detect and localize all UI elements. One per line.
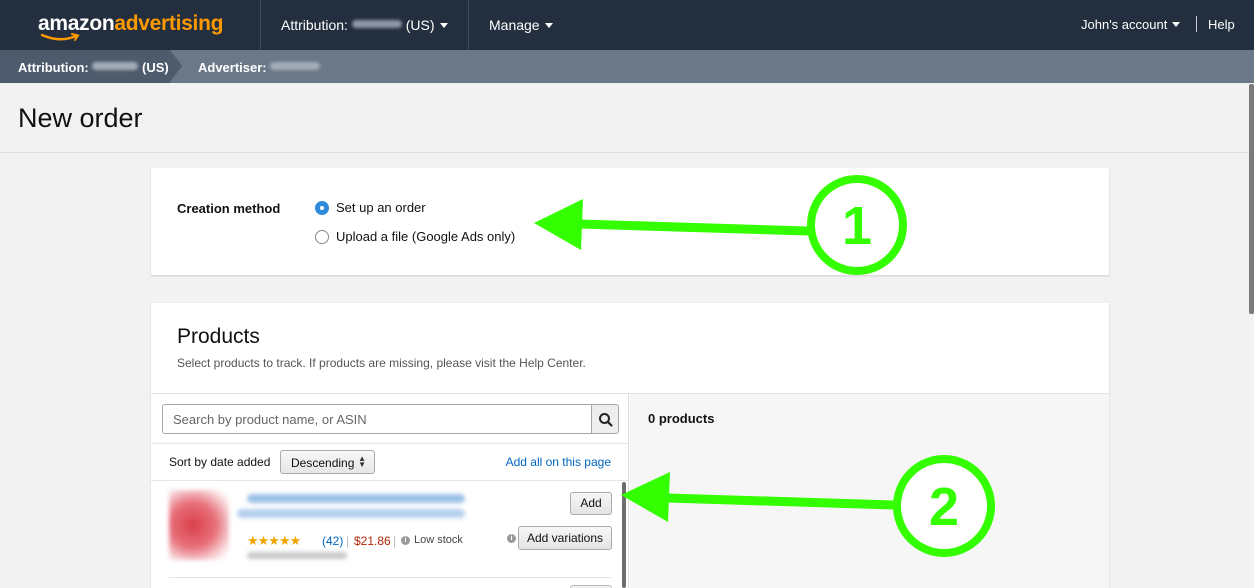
redacted-product-title[interactable] xyxy=(237,509,465,518)
attribution-menu[interactable]: Attribution: (US) xyxy=(281,17,448,33)
products-title: Products xyxy=(177,325,260,348)
stock-status: Low stock xyxy=(414,534,463,546)
manage-menu-label: Manage xyxy=(489,17,540,33)
search-input[interactable] xyxy=(162,404,592,434)
selected-products-count: 0 products xyxy=(648,411,715,426)
creation-method-card: Creation method Set up an order Upload a… xyxy=(151,168,1109,275)
caret-down-icon xyxy=(544,23,553,28)
breadcrumb: Attribution: (US) Advertiser: xyxy=(0,50,1254,83)
product-search-pane: Sort by date added Descending ▲▼ Add all… xyxy=(151,394,629,588)
nav-divider xyxy=(260,0,261,50)
breadcrumb-advertiser-label: Advertiser: xyxy=(198,60,267,75)
search-button[interactable] xyxy=(592,404,619,434)
separator: | xyxy=(346,534,350,548)
sort-bar: Sort by date added Descending ▲ ▼ Add all… xyxy=(151,443,628,481)
manage-menu[interactable]: Manage xyxy=(489,17,553,33)
selected-products-pane: 0 products xyxy=(630,394,1109,588)
divider xyxy=(169,577,611,578)
radio-setup-order-label: Set up an order xyxy=(336,200,426,215)
scrollbar-thumb[interactable] xyxy=(622,482,626,588)
attribution-menu-region: (US) xyxy=(405,17,435,33)
breadcrumb-attribution[interactable]: Attribution: (US) xyxy=(0,50,170,83)
sort-label: Sort by date added xyxy=(169,455,271,469)
star-rating: ★★★★★ xyxy=(247,533,301,548)
product-list-scrollbar[interactable] xyxy=(621,482,627,588)
creation-method-label: Creation method xyxy=(177,201,281,216)
page-title: New order xyxy=(18,103,143,133)
account-menu-label: John's account xyxy=(1081,17,1168,32)
rating-count-link[interactable]: (42) xyxy=(322,534,343,548)
products-subtitle: Select products to track. If products ar… xyxy=(177,356,586,370)
nav-divider xyxy=(468,0,469,50)
breadcrumb-attribution-region: (US) xyxy=(142,60,169,75)
logo-advertising-text: advertising xyxy=(114,12,224,35)
breadcrumb-attribution-label: Attribution: xyxy=(18,60,89,75)
breadcrumb-separator xyxy=(170,50,182,82)
page-scrollbar[interactable] xyxy=(1249,84,1254,314)
caret-down-icon xyxy=(439,23,448,28)
account-menu[interactable]: John's account xyxy=(1081,17,1181,32)
amazon-smile-icon xyxy=(40,33,80,41)
add-button[interactable]: Add xyxy=(570,492,612,515)
product-search xyxy=(162,404,619,434)
caret-down-icon xyxy=(1172,22,1181,27)
page-header: New order xyxy=(0,83,1254,153)
radio-unselected-icon xyxy=(315,229,329,244)
add-variations-button[interactable]: Add variations xyxy=(518,526,612,550)
add-all-link[interactable]: Add all on this page xyxy=(506,455,611,469)
attribution-menu-label: Attribution: xyxy=(281,17,348,33)
separator: | xyxy=(393,534,397,548)
radio-upload-file-label: Upload a file (Google Ads only) xyxy=(336,229,516,244)
list-item: ★★★★★ (42) | $21.86 | i Low stock Add i … xyxy=(151,482,621,577)
products-card: Products Select products to track. If pr… xyxy=(151,303,1109,588)
search-icon xyxy=(599,413,613,427)
updown-arrows-icon: ▲ ▼ xyxy=(358,454,366,469)
info-icon[interactable]: i xyxy=(507,534,516,543)
nav-divider xyxy=(1196,16,1197,32)
product-thumbnail[interactable] xyxy=(169,490,229,560)
help-link[interactable]: Help xyxy=(1208,17,1235,32)
redacted-advertiser-name xyxy=(270,62,321,70)
info-icon: i xyxy=(401,536,410,545)
breadcrumb-advertiser[interactable]: Advertiser: xyxy=(198,60,321,75)
sort-order-value: Descending xyxy=(291,456,355,470)
top-navigation: amazonadvertising Attribution: (US) Mana… xyxy=(0,0,1254,50)
redacted-account-name xyxy=(351,20,402,28)
logo-amazon-text: amazon xyxy=(38,12,115,35)
radio-upload-file[interactable]: Upload a file (Google Ads only) xyxy=(315,229,515,244)
redacted-product-title[interactable] xyxy=(247,494,465,503)
radio-setup-order[interactable]: Set up an order xyxy=(315,200,426,215)
product-price: $21.86 xyxy=(354,534,391,548)
sort-order-select[interactable]: Descending ▲ ▼ xyxy=(280,450,375,474)
radio-selected-icon xyxy=(315,200,329,215)
breadcrumb-attribution-text: Attribution: (US) xyxy=(18,60,169,75)
redacted-product-detail xyxy=(247,552,347,559)
redacted-account-name xyxy=(92,62,139,70)
